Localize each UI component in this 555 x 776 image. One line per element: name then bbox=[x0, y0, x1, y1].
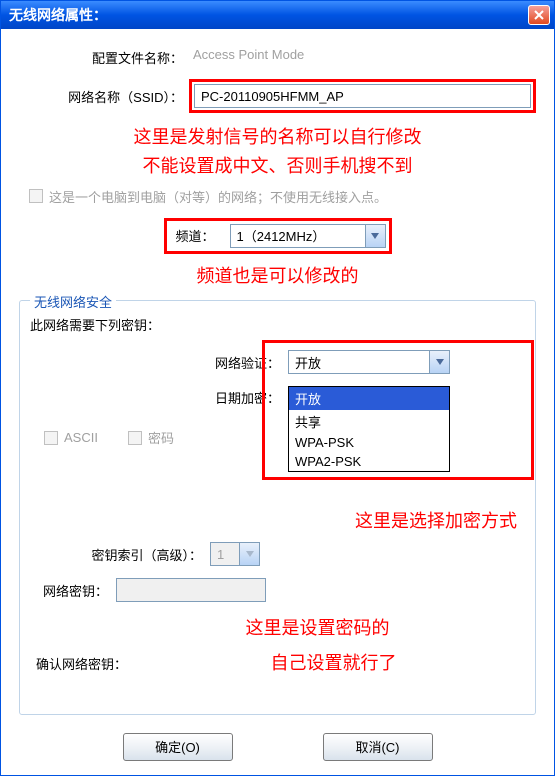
netkey-label: 网络密钥： bbox=[30, 581, 116, 600]
security-fieldset: 无线网络安全 此网络需要下列密钥： 网络验证： 开放 日期加密： bbox=[19, 300, 536, 714]
auth-option-open[interactable]: 开放 bbox=[289, 387, 449, 410]
keyindex-label: 密钥索引（高级）： bbox=[30, 545, 210, 564]
confirmkey-row: 确认网络密钥： 自己设置就行了 bbox=[30, 649, 525, 678]
channel-dropdown-button[interactable] bbox=[365, 225, 385, 247]
ascii-pass-row: ASCII 密码 bbox=[44, 428, 525, 447]
chevron-down-icon bbox=[436, 359, 444, 365]
titlebar: 无线网络属性： bbox=[1, 1, 554, 29]
chevron-down-icon bbox=[246, 551, 254, 557]
adhoc-row: 这是一个电脑到电脑（对等）的网络；不使用无线接入点。 bbox=[29, 187, 536, 206]
cancel-button[interactable]: 取消(C) bbox=[323, 733, 433, 761]
passphrase-checkbox bbox=[128, 431, 142, 445]
channel-label: 频道： bbox=[170, 226, 230, 245]
auth-dropdown[interactable]: 开放 bbox=[288, 350, 450, 374]
annotation-ssid-1: 这里是发射信号的名称可以自行修改 bbox=[19, 123, 536, 152]
config-file-value: Access Point Mode bbox=[189, 45, 536, 69]
keyindex-row: 密钥索引（高级）： 1 bbox=[30, 542, 525, 566]
channel-highlight: 频道： 1（2412MHz） bbox=[164, 218, 392, 254]
close-icon bbox=[534, 10, 544, 20]
keyindex-value: 1 bbox=[211, 547, 239, 562]
ok-button[interactable]: 确定(O) bbox=[123, 733, 233, 761]
dialog-window: 无线网络属性： 配置文件名称： Access Point Mode 网络名称（S… bbox=[0, 0, 555, 776]
netkey-input bbox=[116, 578, 266, 602]
netkey-row: 网络密钥： bbox=[30, 578, 525, 602]
ssid-highlight bbox=[189, 79, 536, 113]
auth-option-shared[interactable]: 共享 bbox=[289, 410, 449, 433]
close-button[interactable] bbox=[528, 5, 550, 25]
auth-options-list[interactable]: 开放 共享 WPA-PSK WPA2-PSK bbox=[288, 386, 450, 472]
ok-label: 确定(O) bbox=[155, 737, 200, 756]
ssid-input[interactable] bbox=[194, 84, 531, 108]
security-note: 此网络需要下列密钥： bbox=[30, 315, 525, 334]
ssid-row: 网络名称（SSID）： bbox=[19, 79, 536, 113]
annotation-pwd-2: 自己设置就行了 bbox=[142, 649, 525, 678]
adhoc-label: 这是一个电脑到电脑（对等）的网络；不使用无线接入点。 bbox=[49, 187, 387, 206]
ssid-label: 网络名称（SSID）： bbox=[19, 87, 189, 106]
auth-label: 网络验证： bbox=[202, 353, 288, 372]
auth-row: 网络验证： 开放 bbox=[30, 350, 525, 374]
auth-option-wpapsk[interactable]: WPA-PSK bbox=[289, 433, 449, 452]
annotation-encrypt: 这里是选择加密方式 bbox=[30, 507, 525, 536]
annotation-pwd-1: 这里是设置密码的 bbox=[110, 614, 525, 643]
button-row: 确定(O) 取消(C) bbox=[19, 733, 536, 761]
config-file-row: 配置文件名称： Access Point Mode bbox=[19, 45, 536, 69]
window-title: 无线网络属性： bbox=[9, 5, 528, 25]
auth-dropdown-button[interactable] bbox=[429, 351, 449, 373]
content-area: 配置文件名称： Access Point Mode 网络名称（SSID）： 这里… bbox=[1, 29, 554, 771]
channel-value: 1（2412MHz） bbox=[231, 226, 365, 245]
auth-value: 开放 bbox=[289, 353, 429, 372]
passphrase-label: 密码 bbox=[148, 428, 174, 447]
auth-option-wpa2psk[interactable]: WPA2-PSK bbox=[289, 452, 449, 471]
keyindex-dropdown-button bbox=[239, 543, 259, 565]
keyindex-dropdown: 1 bbox=[210, 542, 260, 566]
encrypt-label: 日期加密： bbox=[202, 386, 288, 407]
security-legend: 无线网络安全 bbox=[30, 292, 116, 311]
confirmkey-label: 确认网络密钥： bbox=[30, 654, 142, 673]
annotation-channel: 频道也是可以修改的 bbox=[19, 262, 536, 291]
cancel-label: 取消(C) bbox=[355, 737, 399, 756]
ascii-checkbox bbox=[44, 431, 58, 445]
channel-dropdown[interactable]: 1（2412MHz） bbox=[230, 224, 386, 248]
adhoc-checkbox bbox=[29, 189, 43, 203]
config-file-label: 配置文件名称： bbox=[19, 48, 189, 67]
chevron-down-icon bbox=[371, 233, 379, 239]
annotation-ssid-2: 不能设置成中文、否则手机搜不到 bbox=[19, 152, 536, 181]
ascii-label: ASCII bbox=[64, 430, 98, 445]
